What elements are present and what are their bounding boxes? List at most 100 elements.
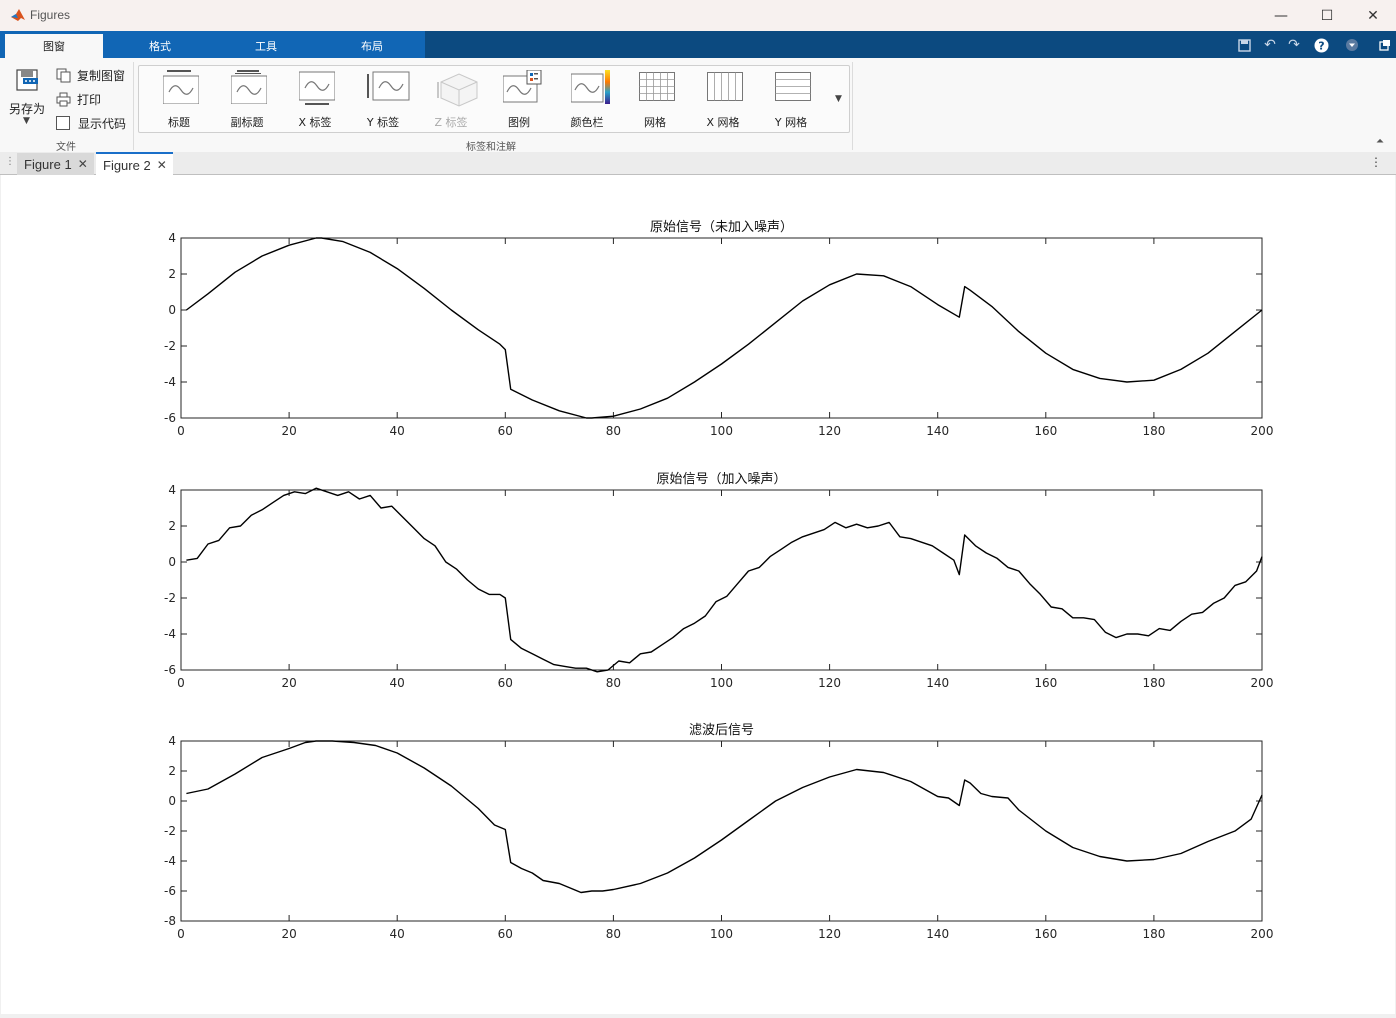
tab-format[interactable]: 格式 xyxy=(111,33,209,58)
y-tick-label: -4 xyxy=(164,627,176,641)
x-tick-label: 0 xyxy=(177,927,185,941)
tab-figure-2-label: Figure 2 xyxy=(103,157,151,173)
x-tick-label: 180 xyxy=(1142,424,1165,438)
x-tick-label: 160 xyxy=(1034,424,1057,438)
tab-figure-2[interactable]: Figure 2 ✕ xyxy=(96,152,173,176)
ylabel-icon xyxy=(367,71,410,101)
colorbar-icon xyxy=(571,70,610,104)
tab-tools[interactable]: 工具 xyxy=(217,33,315,58)
x-tick-label: 100 xyxy=(710,676,733,690)
x-tick-label: 140 xyxy=(926,676,949,690)
gallery-subtitle-label: 副标题 xyxy=(230,116,264,129)
gallery-ygrid-label: Y 网格 xyxy=(774,116,808,129)
zlabel-icon xyxy=(437,73,478,107)
x-tick-label: 20 xyxy=(281,927,296,941)
y-tick-label: 0 xyxy=(168,794,176,808)
y-tick-label: -8 xyxy=(164,914,176,928)
legend-icon xyxy=(503,70,542,103)
collapse-ribbon-icon[interactable]: ⏶ xyxy=(1376,136,1384,147)
y-tick-label: -6 xyxy=(164,884,176,898)
gallery-subtitle-button[interactable]: 副标题 xyxy=(217,66,277,132)
subplot-3: 0 20 40 60 80 100 120 140 160 180 200 -8 -6 -4 -2 0 2 4 滤波… xyxy=(164,723,1273,941)
x-tick-label: 40 xyxy=(390,424,405,438)
x-tick-label: 120 xyxy=(818,676,841,690)
figure-canvas: 0 20 40 60 80 100 120 140 160 180 200 -6 -4 -2 0 2 4 原始信号… xyxy=(1,175,1395,1014)
drag-handle-icon[interactable]: ⋮ xyxy=(5,156,15,167)
copy-figure-label: 复制图窗 xyxy=(77,68,126,83)
x-tick-label: 100 xyxy=(710,424,733,438)
y-tick-label: 0 xyxy=(168,555,176,569)
title-icon xyxy=(163,70,199,104)
chart-title: 原始信号（加入噪声） xyxy=(656,472,786,487)
y-tick-label: 2 xyxy=(168,267,176,281)
gallery-legend-button[interactable]: 图例 xyxy=(489,66,549,132)
x-tick-label: 200 xyxy=(1251,676,1274,690)
x-tick-label: 140 xyxy=(926,424,949,438)
y-tick-label: 2 xyxy=(168,764,176,778)
y-tick-label: -2 xyxy=(164,339,176,353)
print-icon xyxy=(56,92,71,106)
x-tick-label: 180 xyxy=(1142,676,1165,690)
minimize-icon: — xyxy=(1274,7,1288,24)
gallery-colorbar-label: 颜色栏 xyxy=(570,116,604,129)
plots-canvas[interactable]: 0 20 40 60 80 100 120 140 160 180 200-6-4-2024原始信号… xyxy=(1,175,1395,1014)
minimize-button[interactable]: — xyxy=(1258,0,1304,31)
x-tick-label: 160 xyxy=(1034,676,1057,690)
gallery-colorbar-button[interactable]: 颜色栏 xyxy=(557,66,617,132)
gallery-grid-button[interactable]: 网格 xyxy=(625,66,685,132)
save-as-label: 另存为 xyxy=(8,102,45,116)
close-icon[interactable]: ✕ xyxy=(78,157,88,171)
x-tick-label: 100 xyxy=(710,927,733,941)
y-tick-label: 2 xyxy=(168,519,176,533)
ribbon-options-dropdown-icon[interactable] xyxy=(1343,36,1361,54)
xgrid-icon xyxy=(707,72,743,101)
undo-icon[interactable]: ↶ xyxy=(1261,36,1279,54)
save-as-button[interactable]: 另存为 ▼ xyxy=(6,66,48,132)
checkbox-icon[interactable] xyxy=(56,116,70,130)
gallery-expand-button[interactable]: ▼ xyxy=(829,66,848,132)
x-tick-label: 40 xyxy=(390,927,405,941)
x-tick-label: 60 xyxy=(498,927,513,941)
grid-icon xyxy=(639,72,675,101)
gallery-ylabel-label: Y 标签 xyxy=(366,116,400,129)
gallery-xgrid-button[interactable]: X 网格 xyxy=(693,66,753,132)
help-icon[interactable]: ? xyxy=(1312,36,1330,54)
close-icon[interactable]: ✕ xyxy=(157,158,167,172)
gallery-xlabel-button[interactable]: X 标签 xyxy=(285,66,345,132)
close-icon: ✕ xyxy=(1367,7,1379,24)
chevron-down-icon: ▼ xyxy=(23,116,30,126)
maximize-button[interactable]: ☐ xyxy=(1304,0,1350,31)
x-tick-label: 120 xyxy=(818,424,841,438)
copy-icon xyxy=(56,68,71,82)
y-tick-label: -4 xyxy=(164,375,176,389)
tab-figure-1[interactable]: Figure 1 ✕ xyxy=(17,153,94,175)
title-bar: Figures — ☐ ✕ xyxy=(0,0,1396,32)
y-tick-label: -2 xyxy=(164,591,176,605)
gallery-ygrid-button[interactable]: Y 网格 xyxy=(761,66,821,132)
axes-box xyxy=(180,237,1263,419)
gallery-xlabel-label: X 标签 xyxy=(298,116,332,129)
gallery-title-button[interactable]: 标题 xyxy=(149,66,209,132)
x-tick-label: 60 xyxy=(498,676,513,690)
save-icon[interactable] xyxy=(1235,36,1253,54)
copy-figure-button[interactable]: 复制图窗 xyxy=(56,66,125,84)
ribbon-toolstrip: 另存为 ▼ 复制图窗 打印 显示代码 文件 标题 副标题 X 标签 Y 标签 Z… xyxy=(0,58,1396,153)
undock-icon[interactable] xyxy=(1376,36,1394,54)
tab-figure-1-label: Figure 1 xyxy=(24,156,72,172)
ygrid-icon xyxy=(775,72,811,101)
redo-icon[interactable]: ↷ xyxy=(1285,36,1303,54)
more-options-icon[interactable]: ⋮ xyxy=(1370,155,1382,169)
close-window-button[interactable]: ✕ xyxy=(1350,0,1396,31)
show-code-checkbox[interactable]: 显示代码 xyxy=(56,114,126,132)
gallery-grid-label: 网格 xyxy=(644,116,666,129)
subtitle-icon xyxy=(231,70,267,104)
axes-box xyxy=(180,740,1263,922)
gallery-zlabel-label: Z 标签 xyxy=(434,116,468,129)
tab-layout[interactable]: 布局 xyxy=(323,33,421,58)
print-button[interactable]: 打印 xyxy=(56,90,101,108)
x-tick-label: 20 xyxy=(281,424,296,438)
subplot-1: 0 20 40 60 80 100 120 140 160 180 200 -6 -4 -2 0 2 4 原始信号… xyxy=(164,220,1273,438)
tab-figure[interactable]: 图窗 xyxy=(5,34,103,58)
gallery-ylabel-button[interactable]: Y 标签 xyxy=(353,66,413,132)
x-tick-label: 180 xyxy=(1142,927,1165,941)
